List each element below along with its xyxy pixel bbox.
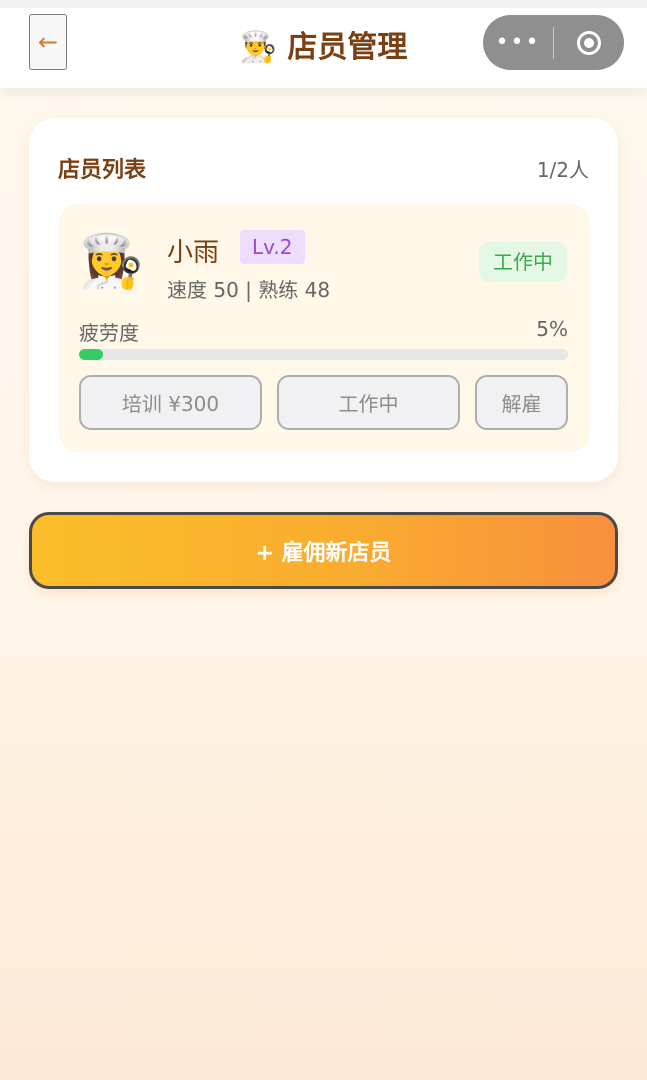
staff-name: 小雨 <box>167 238 220 268</box>
hire-staff-button[interactable]: + 雇佣新店员 <box>29 512 618 589</box>
staff-list-card: 店员列表 1/2人 👩‍🍳 小雨 Lv.2 速度 50 | 熟练 48 工作中 … <box>29 118 618 482</box>
staff-count: 1/2人 <box>536 158 589 182</box>
background-band <box>0 660 647 1080</box>
working-button[interactable]: 工作中 <box>277 375 460 430</box>
level-badge: Lv.2 <box>240 230 305 264</box>
fatigue-progress-bar <box>79 349 568 360</box>
close-miniprogram-button[interactable] <box>554 30 624 55</box>
status-strip <box>0 0 647 8</box>
staff-item: 👩‍🍳 小雨 Lv.2 速度 50 | 熟练 48 工作中 疲劳度 5% 培训 … <box>59 204 590 452</box>
top-navigation-bar: ← 👨‍🍳 店员管理 ••• <box>0 0 647 88</box>
fatigue-percent: 5% <box>536 317 568 341</box>
miniprogram-capsule: ••• <box>483 15 624 70</box>
close-ring-icon <box>577 30 601 55</box>
chef-avatar-icon: 👩‍🍳 <box>79 232 144 292</box>
staff-list-title: 店员列表 <box>58 158 147 183</box>
fatigue-label: 疲劳度 <box>79 321 139 345</box>
status-badge: 工作中 <box>479 242 567 282</box>
staff-stats: 速度 50 | 熟练 48 <box>167 278 331 302</box>
train-button[interactable]: 培训 ¥300 <box>79 375 262 430</box>
fire-button[interactable]: 解雇 <box>475 375 568 430</box>
more-options-icon[interactable]: ••• <box>483 30 553 55</box>
fatigue-progress-fill <box>79 349 104 360</box>
